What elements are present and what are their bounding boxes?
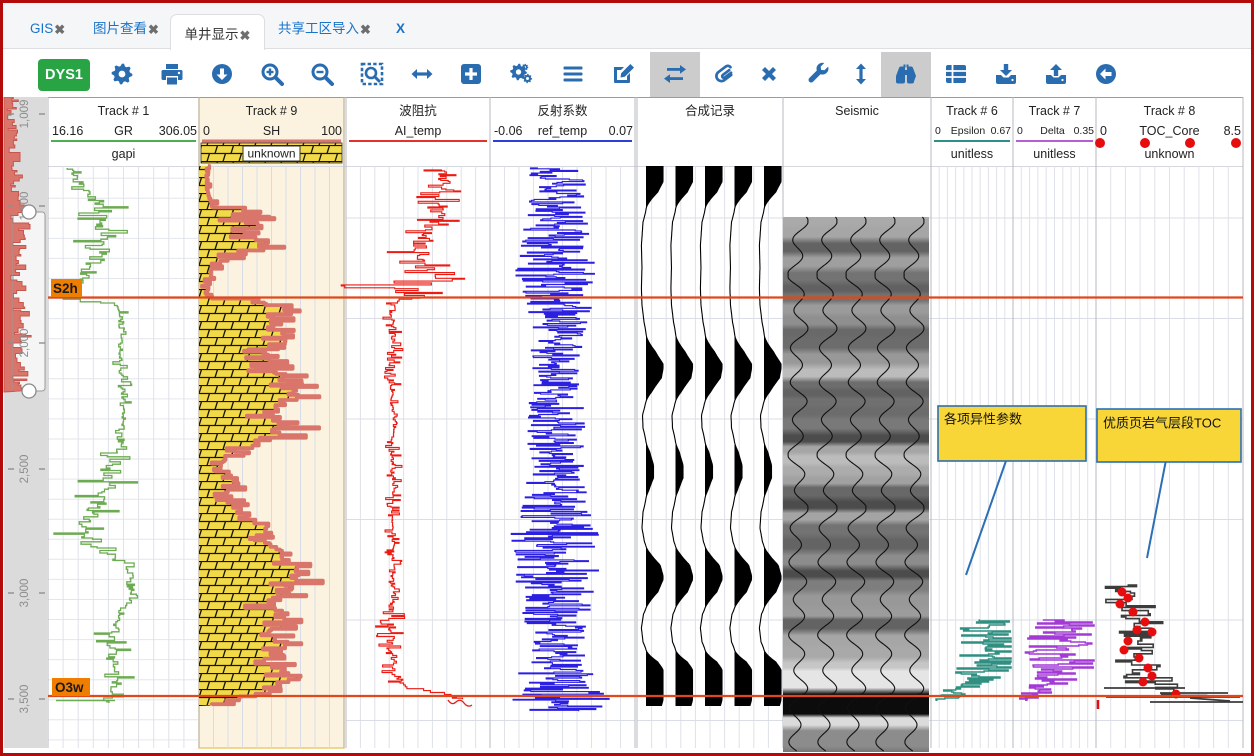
svg-text:反射系数: 反射系数 bbox=[537, 103, 588, 118]
svg-text:波阻抗: 波阻抗 bbox=[399, 103, 437, 118]
svg-text:unitless: unitless bbox=[951, 147, 993, 161]
svg-text:0.07: 0.07 bbox=[609, 124, 633, 138]
svg-text:Track # 8: Track # 8 bbox=[1144, 104, 1196, 118]
svg-text:Seismic: Seismic bbox=[835, 104, 879, 118]
svg-text:TOC_Core: TOC_Core bbox=[1139, 124, 1199, 138]
svg-text:0: 0 bbox=[935, 125, 941, 137]
svg-text:16.16: 16.16 bbox=[52, 124, 83, 138]
svg-text:unknown: unknown bbox=[247, 147, 295, 161]
svg-text:0: 0 bbox=[1017, 125, 1023, 137]
svg-text:0: 0 bbox=[1100, 124, 1107, 138]
svg-text:各项异性参数: 各项异性参数 bbox=[944, 412, 1022, 427]
svg-text:0: 0 bbox=[203, 124, 210, 138]
svg-text:S2h: S2h bbox=[53, 281, 78, 296]
svg-text:3,000: 3,000 bbox=[19, 579, 31, 608]
svg-text:100: 100 bbox=[321, 124, 342, 138]
svg-text:unknown: unknown bbox=[1144, 147, 1194, 161]
svg-text:Track # 9: Track # 9 bbox=[246, 104, 298, 118]
svg-text:0.35: 0.35 bbox=[1074, 125, 1095, 137]
svg-text:ref_temp: ref_temp bbox=[538, 124, 587, 138]
svg-text:unitless: unitless bbox=[1033, 147, 1075, 161]
svg-text:-0.06: -0.06 bbox=[494, 124, 523, 138]
svg-text:8.5: 8.5 bbox=[1224, 124, 1241, 138]
svg-text:0.67: 0.67 bbox=[991, 125, 1012, 137]
svg-text:GR: GR bbox=[114, 124, 133, 138]
svg-text:1,009: 1,009 bbox=[19, 100, 31, 129]
svg-text:gapi: gapi bbox=[112, 147, 136, 161]
svg-text:Track # 1: Track # 1 bbox=[98, 104, 150, 118]
svg-text:Track # 6: Track # 6 bbox=[946, 104, 998, 118]
svg-text:O3w: O3w bbox=[55, 680, 84, 695]
svg-text:306.05: 306.05 bbox=[159, 124, 197, 138]
svg-text:SH: SH bbox=[263, 124, 280, 138]
svg-text:优质页岩气层段TOC: 优质页岩气层段TOC bbox=[1103, 416, 1221, 431]
svg-text:AI_temp: AI_temp bbox=[395, 124, 442, 138]
svg-text:3,500: 3,500 bbox=[19, 685, 31, 714]
svg-text:合成记录: 合成记录 bbox=[685, 103, 735, 118]
svg-text:Epsilon: Epsilon bbox=[951, 125, 986, 137]
svg-text:Track # 7: Track # 7 bbox=[1029, 104, 1081, 118]
svg-text:2,000: 2,000 bbox=[19, 329, 31, 358]
svg-text:Delta: Delta bbox=[1040, 125, 1065, 137]
svg-text:2,500: 2,500 bbox=[19, 455, 31, 484]
